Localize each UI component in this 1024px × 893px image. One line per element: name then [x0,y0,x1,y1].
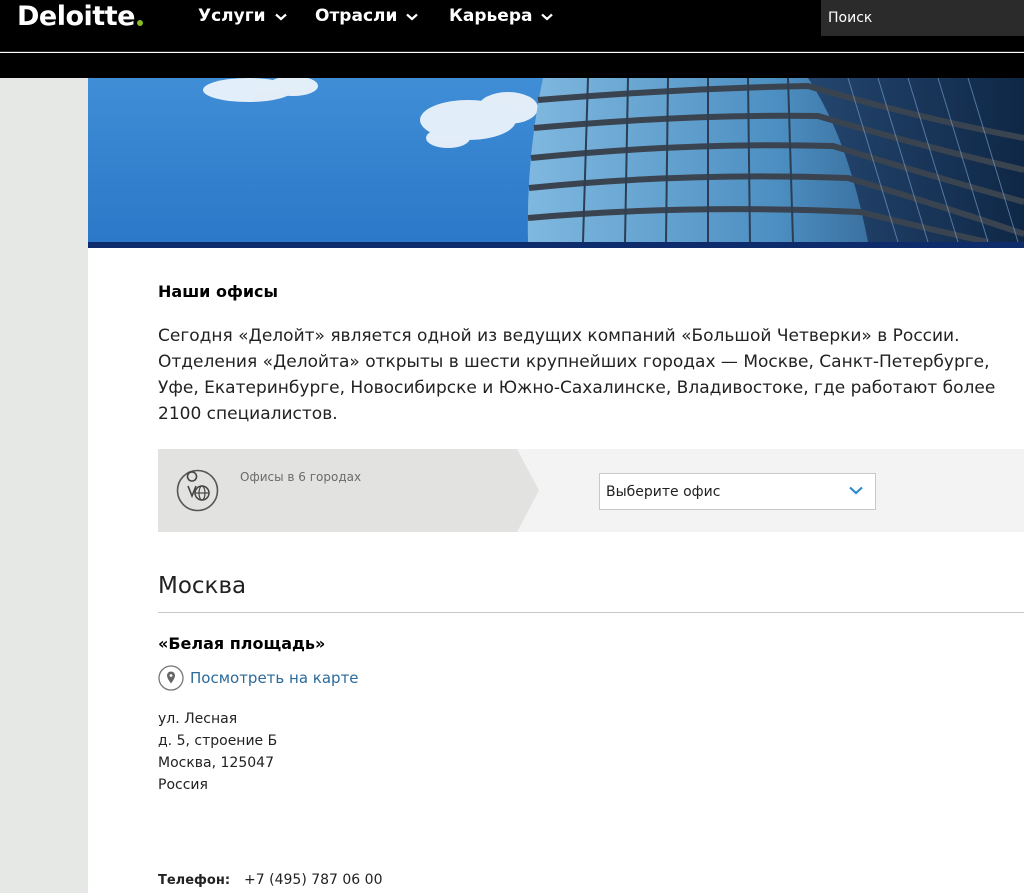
offices-count-label: Офисы в 6 городах [240,470,362,484]
phone-label: Телефон: [158,873,231,888]
office-selector-band: Офисы в 6 городах Выберите офис [158,449,1024,532]
deloitte-logo[interactable]: Deloitte [17,0,143,32]
office-address: ул. Лесная д. 5, строение Б Москва, 1250… [158,708,277,796]
globe-location-icon [176,469,219,512]
selector-band-shape [158,449,539,532]
office-select-label: Выберите офис [606,484,721,500]
logo-green-dot [136,20,143,26]
chevron-down-icon [274,13,287,20]
address-line: ул. Лесная [158,711,238,727]
nav-careers-label: Карьера [449,6,533,26]
sub-navigation-bar [0,53,1024,78]
nav-services-label: Услуги [198,6,266,26]
view-on-map-text: Посмотреть на карте [190,669,359,687]
top-navigation-bar: Deloitte Услуги Отрасли Карьера [0,0,1024,52]
chevron-down-icon [849,486,863,495]
phone-value: +7 (495) 787 06 00 [244,872,383,888]
phone-row: Телефон: +7 (495) 787 06 00 [158,872,382,888]
city-title: Москва [158,573,247,599]
chevron-down-icon [541,13,554,20]
city-divider [158,612,1024,613]
logo-text: Deloitte [17,0,135,32]
hero-banner-image [88,78,1024,242]
section-title: Наши офисы [158,282,278,301]
intro-paragraph: Сегодня «Делойт» является одной из ведущ… [158,326,996,424]
nav-services[interactable]: Услуги [198,0,287,32]
nav-industries-label: Отрасли [315,6,398,26]
address-line: Россия [158,777,208,793]
address-line: д. 5, строение Б [158,733,278,749]
map-pin-icon [158,665,184,691]
nav-industries[interactable]: Отрасли [315,0,419,32]
address-line: Москва, 125047 [158,755,274,771]
chevron-down-icon [406,13,419,20]
hero-bottom-rule [88,242,1024,248]
left-gutter [0,78,88,893]
view-on-map-link[interactable]: Посмотреть на карте [158,665,359,691]
nav-careers[interactable]: Карьера [449,0,554,32]
office-select-dropdown[interactable]: Выберите офис [599,473,876,510]
office-name: «Белая площадь» [158,634,326,653]
search-input[interactable] [821,0,1024,36]
